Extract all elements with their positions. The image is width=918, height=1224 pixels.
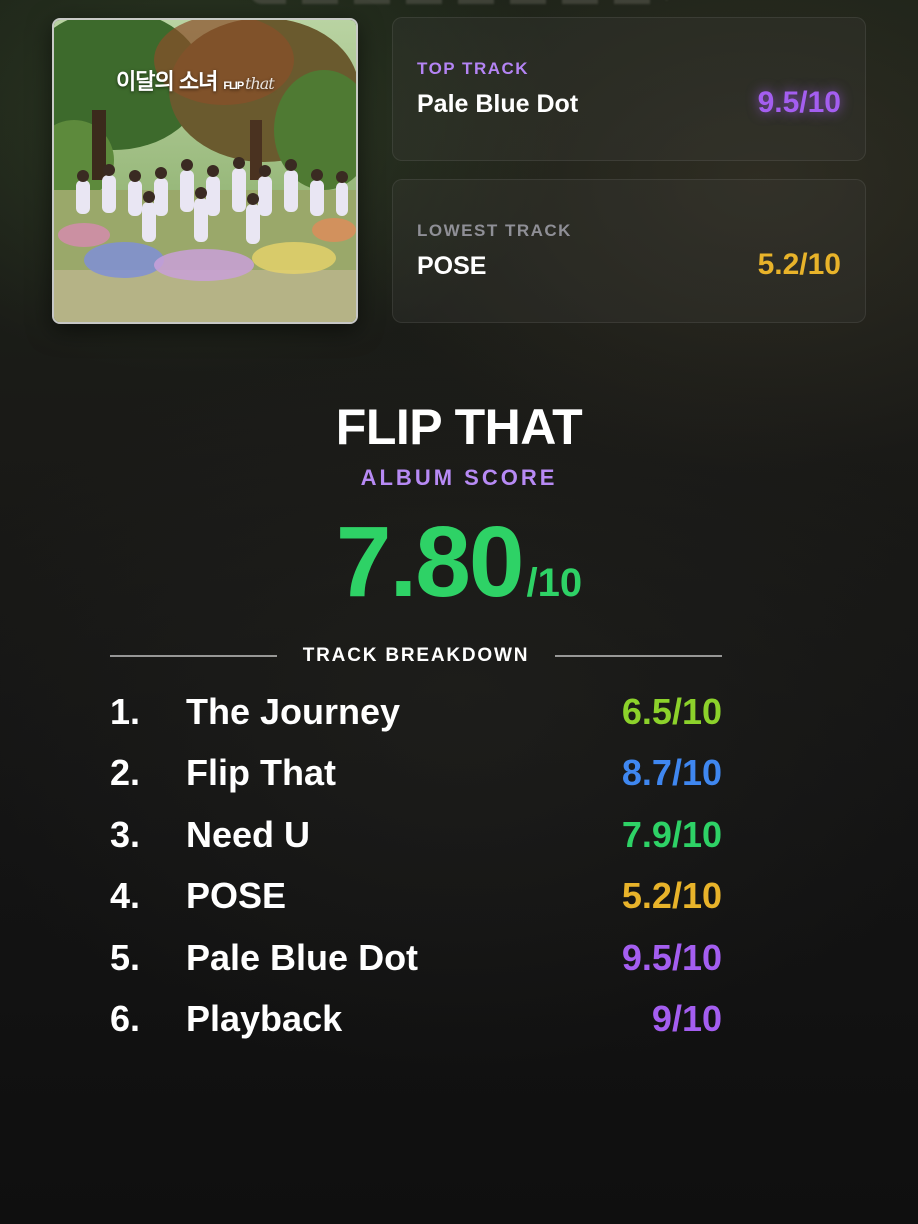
lowest-track-kicker: LOWEST TRACK (417, 221, 572, 240)
track-row: 2. Flip That 8.7/10 (110, 744, 722, 805)
track-score: 9.5/10 (621, 936, 722, 978)
track-row: 6. Playback 9/10 (110, 990, 722, 1051)
track-name: Flip That (186, 752, 336, 794)
track-name: Pale Blue Dot (186, 936, 419, 978)
top-track-kicker: TOP TRACK (417, 59, 530, 78)
album-cover-subtitle-caps: FLIP (223, 80, 244, 92)
track-number: 6. (110, 997, 141, 1039)
lowest-track-name: POSE (417, 252, 487, 280)
album-score-value: 7.80 (335, 506, 525, 618)
album-cover-title: 이달의 소녀 FLIP that (116, 64, 275, 96)
track-number: 4. (110, 875, 141, 917)
lowest-track-score: 5.2/10 (757, 248, 841, 281)
track-breakdown-label: TRACK BREAKDOWN (302, 645, 530, 666)
track-score: 5.2/10 (621, 875, 722, 917)
track-score: 9/10 (651, 997, 722, 1039)
track-name: Playback (186, 997, 343, 1039)
track-score: 6.5/10 (621, 691, 722, 732)
album-score-denominator: /10 (526, 561, 583, 605)
album-cover-korean-title: 이달의 소녀 (116, 69, 218, 94)
track-name: Need U (186, 813, 311, 855)
track-name: The Journey (186, 691, 401, 732)
lowest-track-card: LOWEST TRACK POSE 5.2/10 (392, 179, 866, 323)
album-cover: 이달의 소녀 FLIP that (52, 18, 358, 324)
album-score-label: ALBUM SCORE (360, 465, 558, 490)
track-number: 5. (110, 936, 141, 978)
divider-line-left (110, 655, 277, 657)
top-partial-element (250, 0, 670, 4)
track-number: 2. (110, 752, 141, 794)
top-track-card: TOP TRACK Pale Blue Dot 9.5/10 (392, 17, 866, 161)
album-cover-subtitle: FLIP that (223, 74, 274, 93)
top-track-score: 9.5/10 (757, 86, 841, 119)
track-number: 1. (110, 691, 141, 732)
track-row: 5. Pale Blue Dot 9.5/10 (110, 929, 722, 990)
track-name: POSE (186, 875, 287, 917)
divider-line-right (555, 655, 722, 657)
album-cover-subtitle-script: that (245, 74, 275, 93)
track-row: 1. The Journey 6.5/10 (110, 683, 722, 744)
track-list: 1. The Journey 6.5/10 2. Flip That 8.7/1… (110, 683, 722, 1051)
track-score: 8.7/10 (621, 752, 722, 794)
track-number: 3. (110, 813, 141, 855)
album-score: 7.80/10 (0, 505, 918, 620)
top-track-name: Pale Blue Dot (417, 90, 579, 118)
track-row: 4. POSE 5.2/10 (110, 867, 722, 928)
track-row: 3. Need U 7.9/10 (110, 806, 722, 867)
track-score: 7.9/10 (621, 813, 722, 855)
album-title: FLIP THAT (335, 399, 583, 455)
